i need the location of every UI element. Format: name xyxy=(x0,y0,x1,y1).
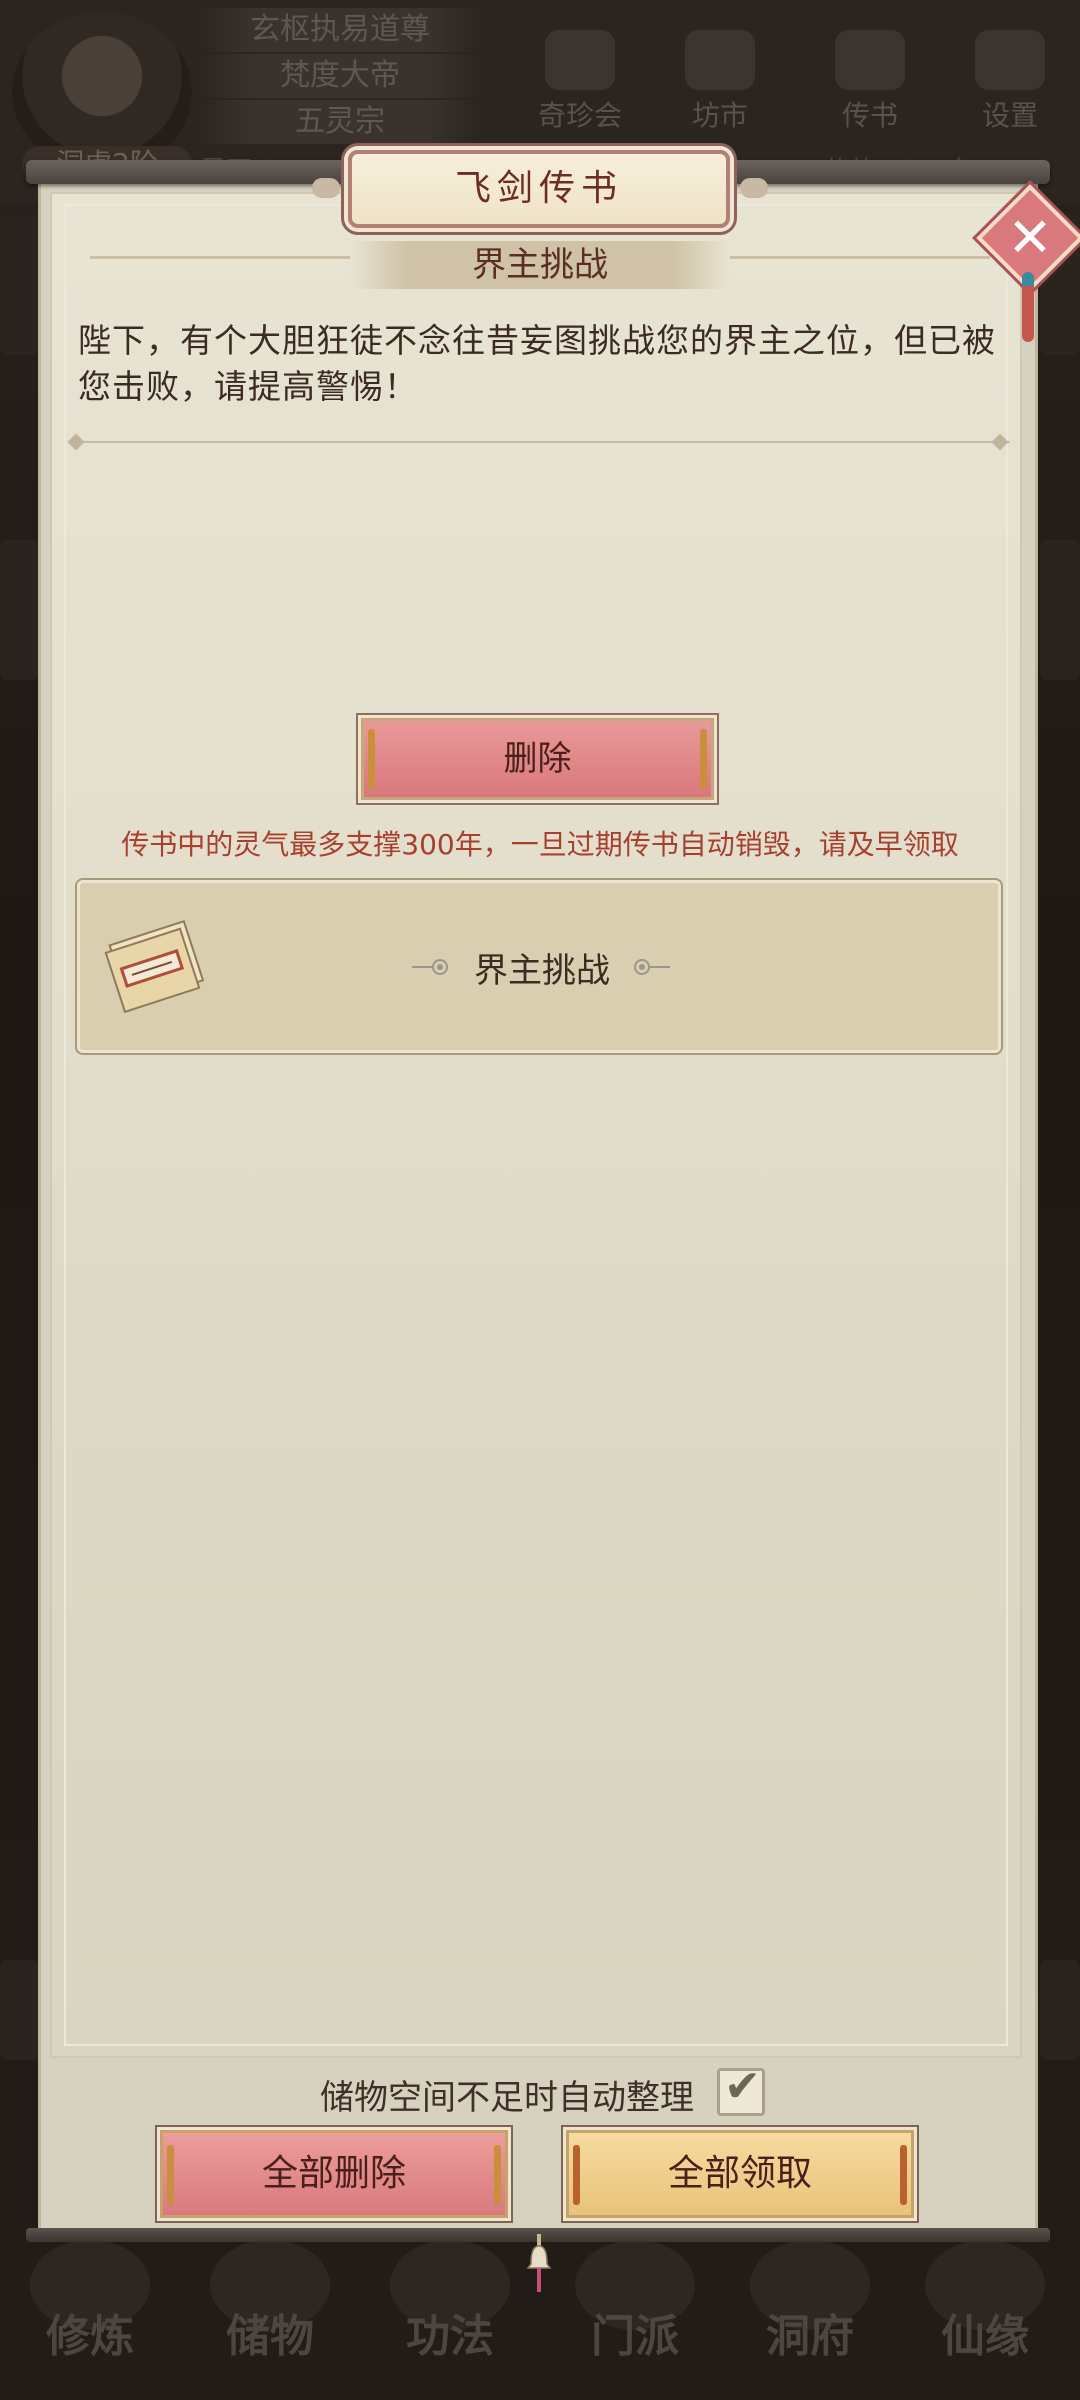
tassel-ornament xyxy=(1022,272,1034,342)
dialog-title: 飞剑传书 xyxy=(348,150,730,228)
mail-heading-banner: 界主挑战 xyxy=(350,241,730,289)
nav-cultivate: 修炼 xyxy=(15,2240,165,2364)
button-ornament xyxy=(368,729,375,789)
content-divider xyxy=(70,441,1010,443)
claim-all-label: 全部领取 xyxy=(667,2153,812,2194)
player-sect: 五灵宗 xyxy=(200,100,480,144)
nav-label: 坊市 xyxy=(691,99,748,132)
nav-treasure-market: 奇珍会 xyxy=(525,30,635,134)
banner-line-left xyxy=(90,256,350,259)
background-panel xyxy=(0,215,40,355)
auto-sort-label: 储物空间不足时自动整理 xyxy=(320,2078,694,2118)
nav-label: 门派 xyxy=(591,2311,679,2362)
dialog-title-text: 飞剑传书 xyxy=(454,168,623,209)
nav-label: 仙缘 xyxy=(941,2311,1029,2362)
button-ornament xyxy=(900,2145,907,2205)
button-ornament xyxy=(700,729,707,789)
delete-button-label: 删除 xyxy=(503,739,572,779)
player-title-2: 梵度大帝 xyxy=(200,54,480,98)
nav-label: 奇珍会 xyxy=(537,99,622,132)
close-icon[interactable]: ✕ xyxy=(992,200,1068,276)
gear-icon xyxy=(975,30,1045,90)
nav-label: 洞府 xyxy=(766,2311,854,2362)
auto-sort-checkbox[interactable]: ✔ xyxy=(717,2061,765,2116)
button-ornament xyxy=(494,2145,501,2205)
mail-heading: 界主挑战 xyxy=(472,245,608,285)
mail-icon xyxy=(835,30,905,90)
dialog-paper-border xyxy=(64,204,1008,2046)
nav-settings: 设置 xyxy=(955,30,1065,134)
expiry-notice: 传书中的灵气最多支撑300年，一旦过期传书自动销毁，请及早领取 xyxy=(121,828,959,861)
title-ornament-right xyxy=(634,959,670,975)
background-panel xyxy=(0,1960,40,2060)
nav-market: 坊市 xyxy=(665,30,775,134)
player-title-1: 玄枢执易道尊 xyxy=(200,8,480,52)
title-ornament xyxy=(312,178,340,198)
nav-label: 设置 xyxy=(981,99,1038,132)
delete-button[interactable]: 删除 xyxy=(361,718,714,800)
nav-storage: 储物 xyxy=(195,2240,345,2364)
background-panel xyxy=(1040,1960,1080,2060)
market-icon xyxy=(685,30,755,90)
delete-all-label: 全部删除 xyxy=(261,2153,406,2194)
button-ornament xyxy=(167,2145,174,2205)
nav-label: 功法 xyxy=(406,2311,494,2362)
nav-label: 传书 xyxy=(841,99,898,132)
bell-icon xyxy=(526,2234,552,2292)
mail-message: 陛下，有个大胆狂徒不念往昔妄图挑战您的界主之位，但已被您击败，请提高警惕！ xyxy=(78,321,996,406)
nav-label: 修炼 xyxy=(46,2311,134,2362)
player-titles: 玄枢执易道尊 梵度大帝 五灵宗 xyxy=(200,8,480,146)
nav-cave: 洞府 xyxy=(735,2240,885,2364)
banner-line-right xyxy=(730,256,990,259)
nav-skills: 功法 xyxy=(375,2240,525,2364)
treasure-icon xyxy=(545,30,615,90)
nav-fortune: 仙缘 xyxy=(910,2240,1060,2364)
checkmark-icon: ✔ xyxy=(724,2061,761,2112)
delete-all-button[interactable]: 全部删除 xyxy=(160,2130,508,2218)
background-panel xyxy=(0,540,40,680)
claim-all-button[interactable]: 全部领取 xyxy=(566,2130,914,2218)
button-ornament xyxy=(573,2145,580,2205)
nav-label: 储物 xyxy=(226,2311,314,2362)
letter-icon xyxy=(104,919,205,1014)
nav-mail: 传书 xyxy=(815,30,925,134)
background-panel xyxy=(1040,540,1080,680)
nav-sect: 门派 xyxy=(560,2240,710,2364)
title-ornament xyxy=(740,178,768,198)
